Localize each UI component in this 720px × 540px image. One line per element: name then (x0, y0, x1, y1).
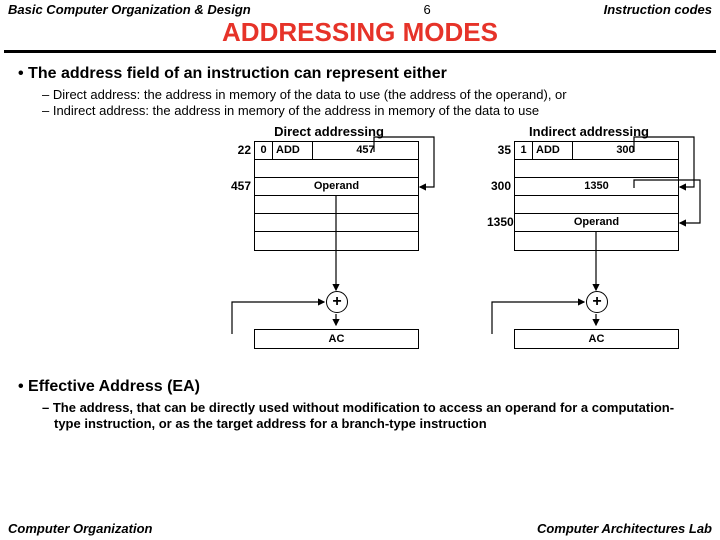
direct-address-field: 457 (313, 142, 418, 159)
indirect-column: Indirect addressing 35 1 ADD 300 300 135… (474, 124, 704, 349)
page-number: 6 (424, 2, 431, 17)
direct-ac: AC (254, 329, 419, 349)
indirect-title: Indirect addressing (474, 124, 704, 139)
indirect-addr1: 35 (487, 143, 511, 157)
indirect-addr2: 300 (487, 179, 511, 193)
direct-memory: 22 0 ADD 457 457 Operand (254, 141, 419, 251)
direct-adder: + (326, 291, 348, 313)
indirect-ac: AC (514, 329, 679, 349)
footer-left: Computer Organization (8, 521, 152, 536)
sub-indirect: Indirect address: the address in memory … (42, 103, 696, 119)
diagrams-area: Direct addressing 22 0 ADD 457 457 Opera… (14, 124, 706, 374)
direct-column: Direct addressing 22 0 ADD 457 457 Opera… (214, 124, 444, 349)
indirect-addr3: 1350 (487, 215, 511, 229)
sub-ea: The address, that can be directly used w… (42, 400, 696, 433)
direct-i-bit: 0 (255, 142, 273, 159)
sub-direct: Direct address: the address in memory of… (42, 87, 696, 103)
indirect-adder: + (586, 291, 608, 313)
direct-addr2: 457 (227, 179, 251, 193)
header-left: Basic Computer Organization & Design (8, 2, 251, 17)
direct-opcode: ADD (273, 142, 313, 159)
bullet-ea: Effective Address (EA) (18, 378, 706, 396)
indirect-opcode: ADD (533, 142, 573, 159)
indirect-operand: Operand (515, 214, 678, 231)
indirect-memory: 35 1 ADD 300 300 1350 1350 Operand (514, 141, 679, 251)
slide-title: ADDRESSING MODES (4, 17, 716, 53)
indirect-pointer: 1350 (515, 178, 678, 195)
footer-right: Computer Architectures Lab (537, 521, 712, 536)
indirect-address-field: 300 (573, 142, 678, 159)
direct-title: Direct addressing (214, 124, 444, 139)
indirect-i-bit: 1 (515, 142, 533, 159)
direct-operand: Operand (255, 178, 418, 195)
bullet-main: The address field of an instruction can … (18, 65, 706, 83)
direct-addr1: 22 (227, 143, 251, 157)
header-right: Instruction codes (604, 2, 712, 17)
